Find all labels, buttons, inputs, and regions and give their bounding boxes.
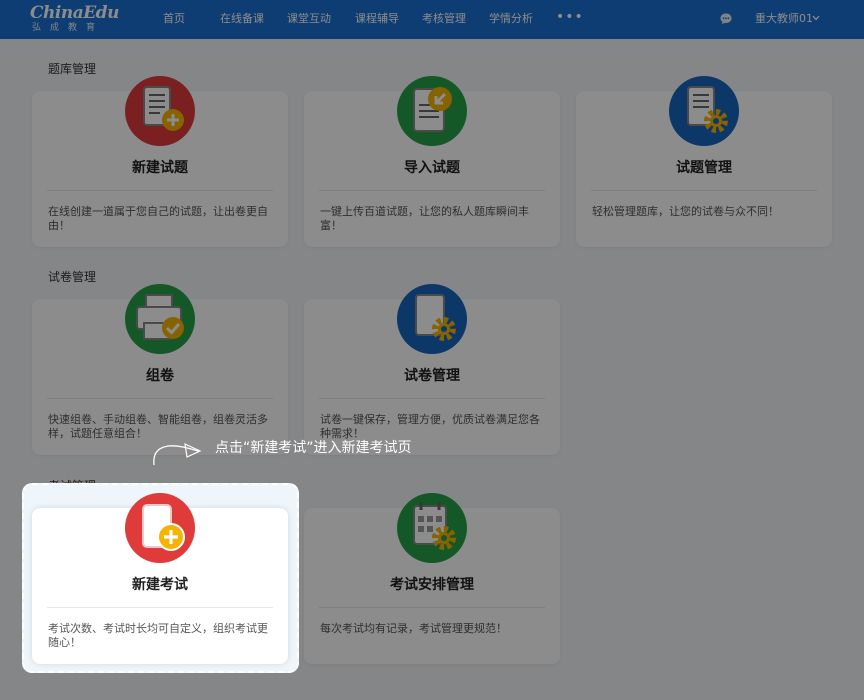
card-new-exam[interactable]: 新建考试 考试次数、考试时长均可自定义，组织考试更随心！ — [32, 493, 288, 664]
tour-hint-text: 点击“新建考试”进入新建考试页 — [215, 440, 412, 456]
card-description: 考试次数、考试时长均可自定义，组织考试更随心！ — [48, 622, 268, 649]
exam-plus-icon — [125, 493, 195, 563]
card-divider — [47, 607, 273, 608]
card-title: 新建考试 — [132, 577, 188, 593]
hint-arrow-icon — [153, 442, 202, 466]
